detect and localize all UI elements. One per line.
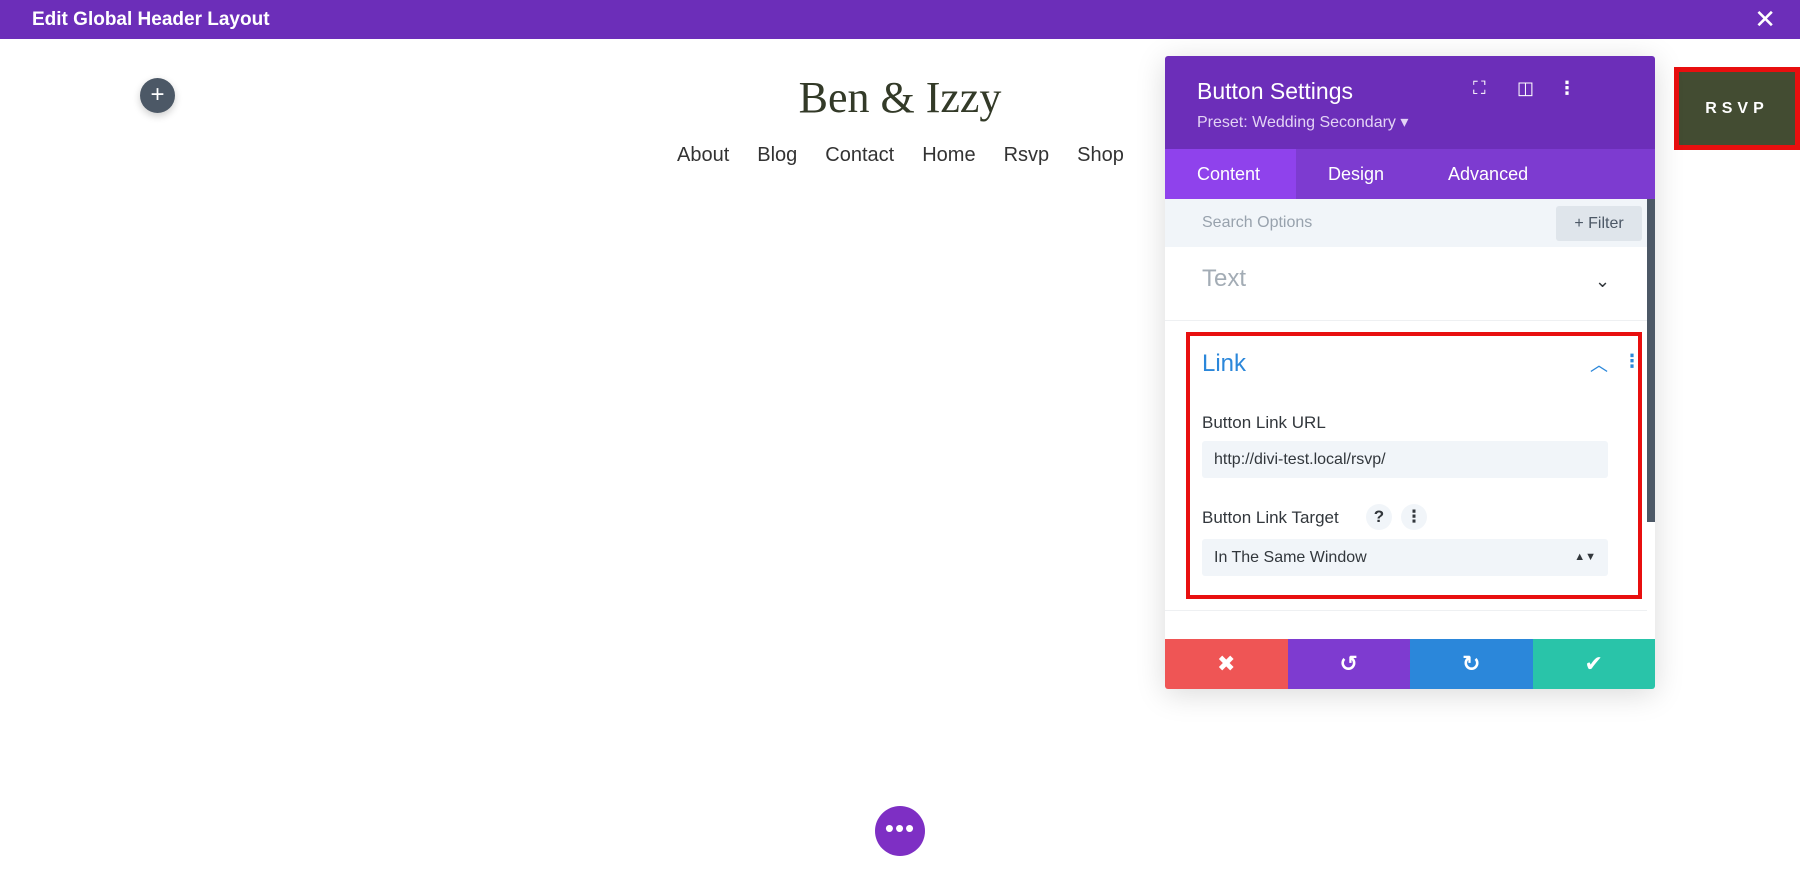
nav-item-blog[interactable]: Blog	[757, 144, 797, 167]
tab-design[interactable]: Design	[1296, 149, 1416, 199]
search-placeholder: Search Options	[1202, 214, 1313, 231]
add-section-button[interactable]: +	[140, 78, 175, 113]
more-vertical-icon[interactable]: ⋮	[1558, 78, 1576, 99]
modal-title: Button Settings	[1197, 78, 1353, 104]
chevron-down-icon[interactable]: ⌄	[1595, 271, 1610, 292]
nav-item-about[interactable]: About	[677, 144, 729, 167]
tab-advanced[interactable]: Advanced	[1416, 149, 1560, 199]
ellipsis-icon: •••	[884, 813, 916, 843]
cancel-button[interactable]: ✖	[1165, 639, 1288, 689]
preset-dropdown[interactable]: Preset: Wedding Secondary ▾	[1197, 112, 1408, 132]
page-options-button[interactable]: •••	[875, 806, 925, 856]
redo-button[interactable]: ↻	[1410, 639, 1533, 689]
nav-item-home[interactable]: Home	[922, 144, 975, 167]
site-nav: About Blog Contact Home Rsvp Shop	[677, 144, 1124, 167]
tab-content[interactable]: Content	[1165, 149, 1296, 199]
scrollbar[interactable]	[1647, 199, 1655, 522]
text-section-toggle[interactable]: Text ⌄	[1165, 247, 1647, 321]
nav-item-shop[interactable]: Shop	[1077, 144, 1124, 167]
undo-button[interactable]: ↺	[1287, 639, 1410, 689]
sidebar-icon[interactable]: ◫	[1517, 78, 1534, 99]
save-button[interactable]: ✔	[1532, 639, 1655, 689]
rsvp-button[interactable]: RSVP	[1674, 67, 1800, 150]
layout-title: Edit Global Header Layout	[32, 9, 270, 30]
search-options-input[interactable]: Search Options + Filter	[1165, 199, 1647, 247]
fullscreen-icon[interactable]: ⛶	[1473, 78, 1486, 99]
site-title: Ben & Izzy	[798, 73, 1002, 122]
nav-item-contact[interactable]: Contact	[825, 144, 894, 167]
modal-header: Button Settings Preset: Wedding Secondar…	[1165, 56, 1655, 149]
filter-button[interactable]: + Filter	[1556, 206, 1642, 241]
text-section-title: Text	[1202, 265, 1247, 292]
modal-tabs: Content Design Advanced	[1165, 149, 1655, 199]
plus-icon: +	[150, 81, 165, 108]
top-bar: Edit Global Header Layout ✕	[0, 0, 1800, 39]
modal-footer: ✖ ↺ ↻ ✔	[1165, 639, 1655, 689]
nav-item-rsvp[interactable]: Rsvp	[1004, 144, 1050, 167]
highlight-box	[1186, 332, 1642, 599]
close-icon[interactable]: ✕	[1754, 4, 1776, 35]
